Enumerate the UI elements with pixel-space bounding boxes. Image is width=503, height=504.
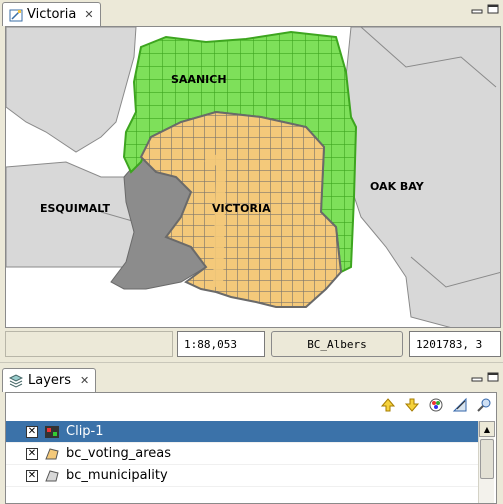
move-down-icon[interactable] <box>404 397 420 413</box>
tab-layers[interactable]: Layers ✕ <box>2 368 97 392</box>
status-blank <box>5 331 173 357</box>
visibility-checkbox[interactable]: ✕ <box>26 425 38 438</box>
view-window-buttons <box>471 4 499 14</box>
map-view-panel: Victoria ✕ SAANICH ESQUIMALT VICTORIA OA… <box>0 0 503 363</box>
layer-name: bc_voting_areas <box>66 446 172 461</box>
layers-panel: Layers ✕ ✕ Clip-1 ✕ bc_voting_areas ✕ bc… <box>0 366 503 504</box>
tab-victoria[interactable]: Victoria ✕ <box>2 2 101 26</box>
close-icon[interactable]: ✕ <box>80 374 89 387</box>
layer-row-voting-areas[interactable]: ✕ bc_voting_areas <box>6 443 478 465</box>
maximize-icon[interactable] <box>487 4 499 14</box>
coordinate-field[interactable]: 1201783, 3 <box>409 331 501 357</box>
layers-scrollbar[interactable]: ▲ <box>478 421 495 503</box>
label-victoria: VICTORIA <box>212 202 271 215</box>
layer-row-clip[interactable]: ✕ Clip-1 <box>6 421 478 443</box>
layer-list: ✕ Clip-1 ✕ bc_voting_areas ✕ bc_municipa… <box>6 421 478 487</box>
minimize-icon[interactable] <box>471 4 483 14</box>
close-icon[interactable]: ✕ <box>84 8 93 21</box>
visibility-checkbox[interactable]: ✕ <box>26 447 38 460</box>
polygon-layer-icon <box>45 469 59 481</box>
layer-row-municipality[interactable]: ✕ bc_municipality <box>6 465 478 487</box>
scroll-thumb[interactable] <box>480 439 494 479</box>
map-tabbar: Victoria ✕ <box>0 0 503 26</box>
map-render <box>6 27 500 327</box>
map-icon <box>9 9 23 21</box>
layers-content: ✕ Clip-1 ✕ bc_voting_areas ✕ bc_municipa… <box>5 392 497 504</box>
layers-toolbar <box>380 397 492 413</box>
map-tab-title: Victoria <box>27 7 77 22</box>
maximize-icon[interactable] <box>487 372 499 382</box>
scroll-up-icon[interactable]: ▲ <box>479 421 495 437</box>
map-statusbar: 1:88,053 BC_Albers 1201783, 3 <box>5 329 501 359</box>
label-esquimalt: ESQUIMALT <box>40 202 110 215</box>
map-canvas[interactable]: SAANICH ESQUIMALT VICTORIA OAK BAY <box>5 26 501 328</box>
clip-layer-icon <box>45 425 59 438</box>
layer-name: bc_municipality <box>66 468 168 483</box>
layers-tab-title: Layers <box>28 373 72 388</box>
move-up-icon[interactable] <box>380 397 396 413</box>
polygon-layer-icon <box>45 447 59 459</box>
layer-name: Clip-1 <box>66 424 104 439</box>
visibility-checkbox[interactable]: ✕ <box>26 469 38 482</box>
label-oak-bay: OAK BAY <box>370 180 424 193</box>
layers-window-buttons <box>471 372 499 382</box>
layers-icon <box>9 373 23 388</box>
label-saanich: SAANICH <box>171 73 227 86</box>
crs-button[interactable]: BC_Albers <box>271 331 403 357</box>
zoom-layer-icon[interactable] <box>476 397 492 413</box>
style-icon[interactable] <box>428 397 444 413</box>
minimize-icon[interactable] <box>471 372 483 382</box>
edit-icon[interactable] <box>452 397 468 413</box>
scale-field[interactable]: 1:88,053 <box>177 331 265 357</box>
